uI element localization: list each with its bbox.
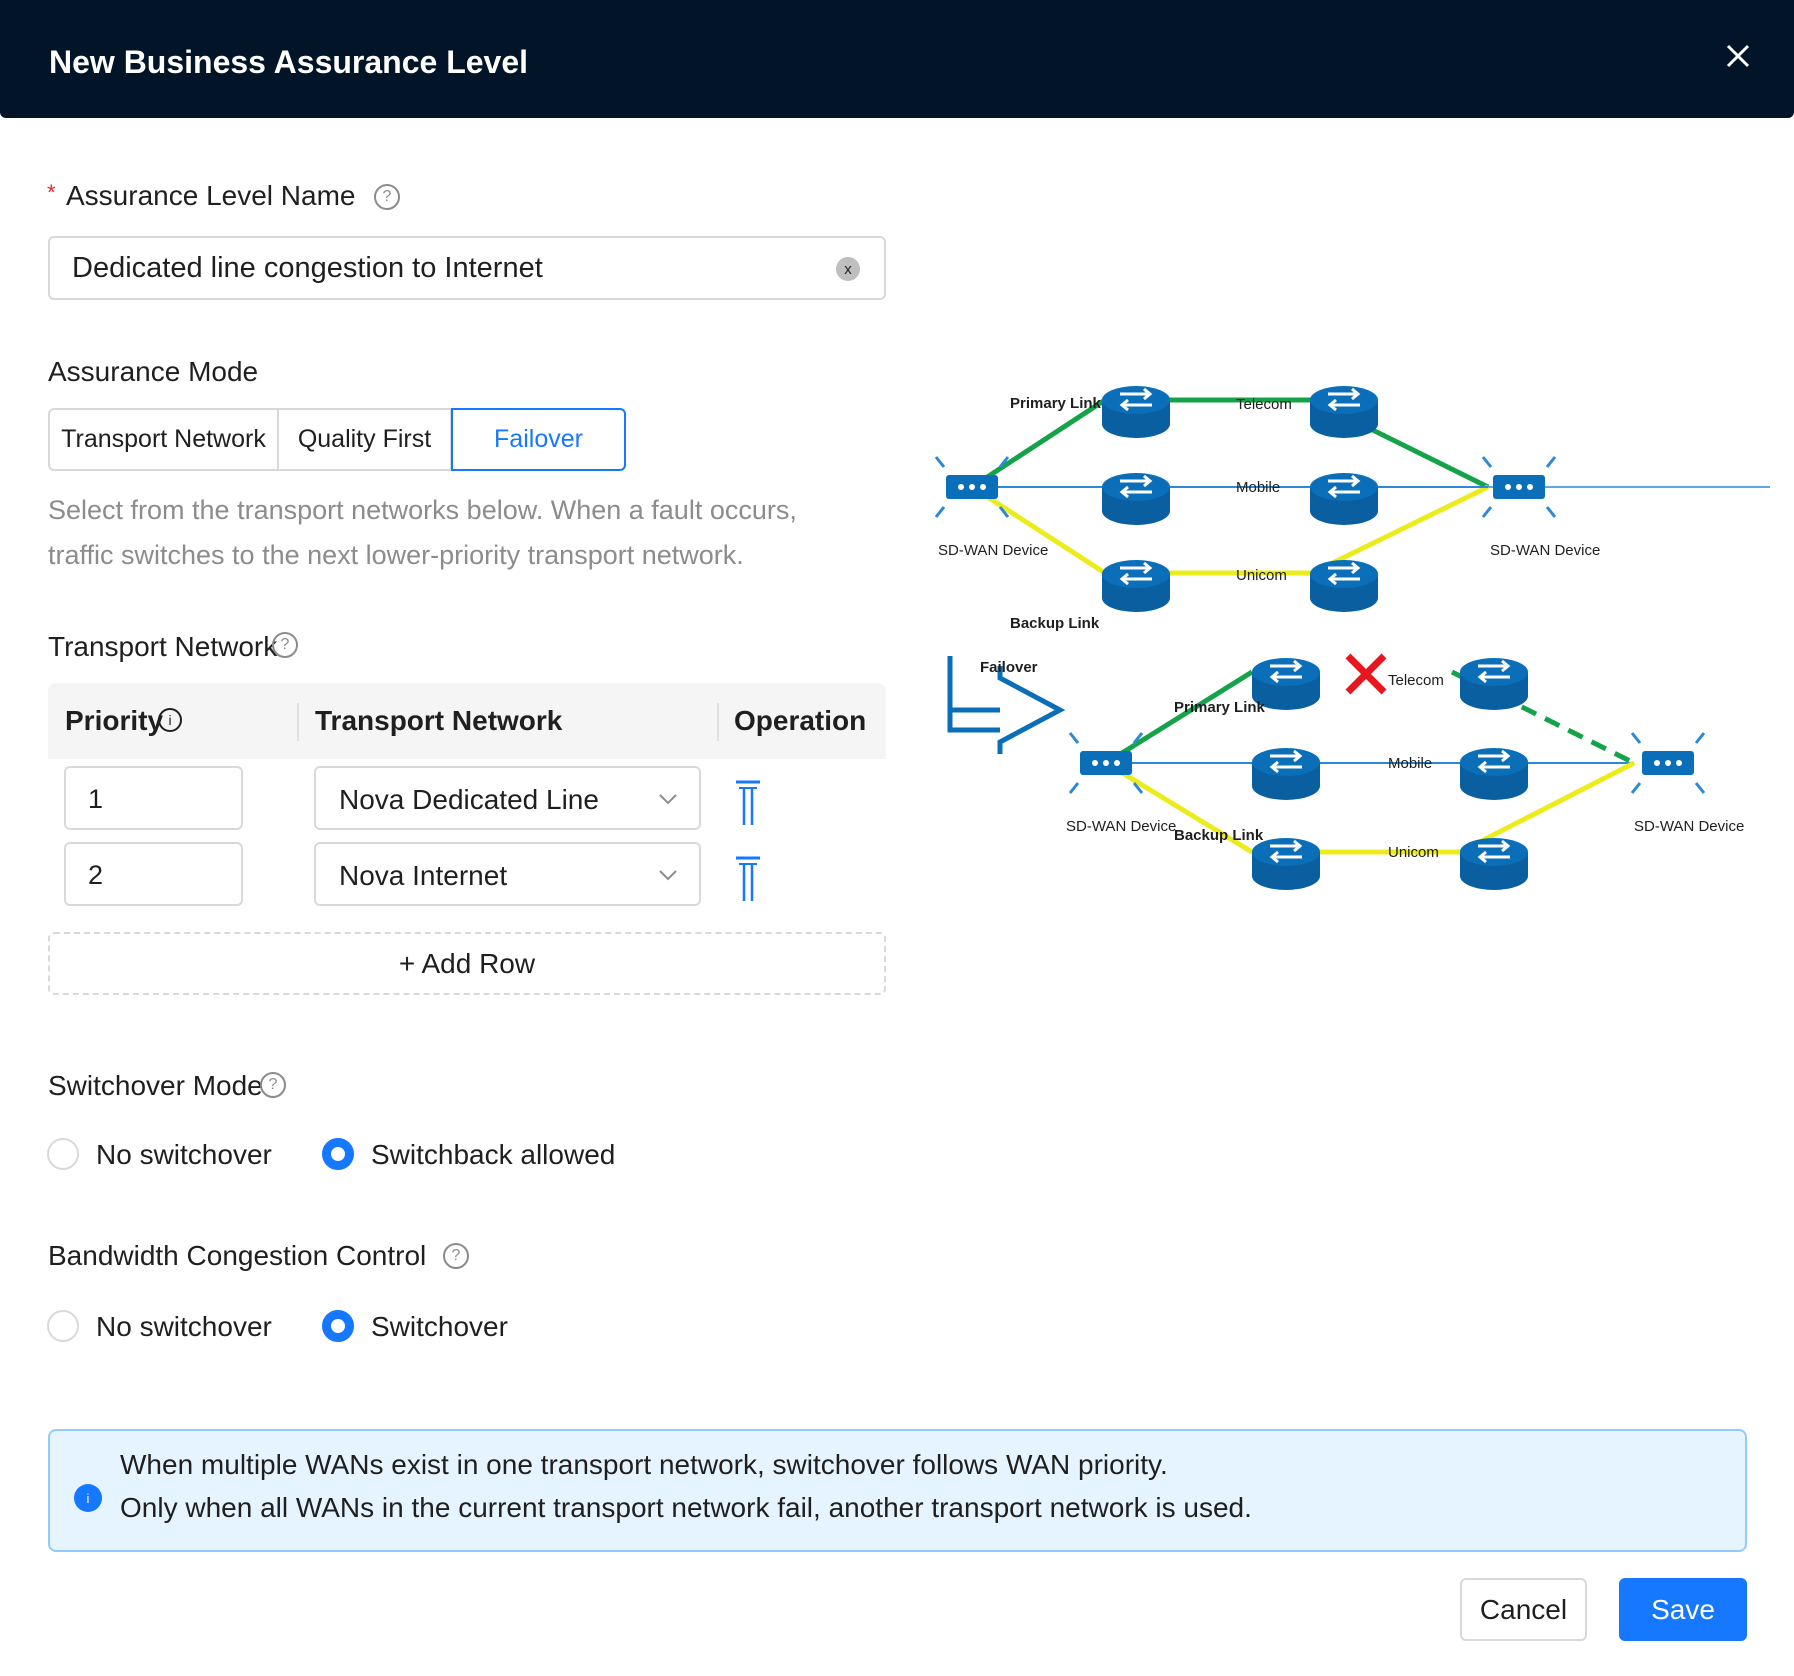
- priority-input[interactable]: 2: [64, 842, 243, 906]
- help-icon[interactable]: ?: [374, 184, 400, 210]
- help-icon[interactable]: ?: [272, 632, 298, 658]
- delete-icon[interactable]: [735, 780, 761, 826]
- help-icon[interactable]: ?: [260, 1072, 286, 1098]
- transport-network-label: Transport Network: [48, 631, 278, 662]
- switchover-option-label[interactable]: Switchback allowed: [371, 1139, 615, 1171]
- bandwidth-radio-switchover[interactable]: [322, 1310, 354, 1342]
- sdwan-device-icon: [934, 455, 1010, 519]
- switchover-option-label[interactable]: No switchover: [96, 1139, 272, 1171]
- sdwan-device-icon: [1481, 455, 1557, 519]
- alert-line-2: Only when all WANs in the current transp…: [120, 1492, 1252, 1523]
- diagram-unicom: Unicom: [1388, 844, 1439, 861]
- diagram-telecom: Telecom: [1236, 396, 1292, 413]
- mode-option-quality-first[interactable]: Quality First: [277, 408, 452, 471]
- switchover-radio-switchback[interactable]: [322, 1138, 354, 1170]
- assurance-mode-label: Assurance Mode: [48, 356, 259, 387]
- router-icon: [1308, 384, 1380, 440]
- sdwan-device-icon: [1068, 731, 1144, 795]
- dialog-header: New Business Assurance Level: [0, 0, 1794, 118]
- priority-value: 2: [88, 860, 104, 890]
- router-icon: [1250, 746, 1322, 802]
- assurance-name-value: Dedicated line congestion to Internet: [72, 252, 543, 284]
- router-icon: [1458, 836, 1530, 892]
- bandwidth-label: Bandwidth Congestion Control: [48, 1240, 427, 1271]
- priority-input[interactable]: 1: [64, 766, 243, 830]
- diagram-device-label: SD-WAN Device: [938, 542, 1048, 559]
- diagram-mobile: Mobile: [1388, 755, 1432, 772]
- switchover-mode-label: Switchover Mode: [48, 1070, 263, 1101]
- diagram-device-label: SD-WAN Device: [1490, 542, 1600, 559]
- column-divider: [717, 703, 719, 741]
- assurance-name-input[interactable]: Dedicated line congestion to Internet x: [48, 236, 886, 300]
- diagram-mobile: Mobile: [1236, 479, 1280, 496]
- router-icon: [1458, 656, 1530, 712]
- delete-icon[interactable]: [735, 856, 761, 902]
- diagram-primary-link: Primary Link: [1174, 699, 1266, 716]
- add-row-button[interactable]: + Add Row: [48, 932, 886, 995]
- alert-line-1: When multiple WANs exist in one transpor…: [120, 1449, 1168, 1480]
- transport-table-header: Priority i Transport Network Operation: [48, 683, 886, 759]
- bandwidth-radio-none[interactable]: [47, 1310, 79, 1342]
- router-icon: [1100, 558, 1172, 614]
- fault-x-icon: [1345, 653, 1387, 695]
- failover-diagram: Primary Link Telecom Mobile Unicom SD-WA…: [934, 384, 1770, 892]
- mode-option-transport-network[interactable]: Transport Network: [48, 408, 279, 471]
- diagram-primary-link: Primary Link: [1010, 395, 1102, 412]
- failover-arrow-icon: Failover: [947, 656, 1066, 754]
- diagram-bottom: Primary Link Telecom Mobile Unicom SD-WA…: [1066, 653, 1744, 892]
- bandwidth-option-label[interactable]: No switchover: [96, 1311, 272, 1343]
- close-icon[interactable]: [1722, 40, 1754, 72]
- diagram-device-label: SD-WAN Device: [1634, 818, 1744, 835]
- transport-network-value: Nova Internet: [339, 860, 508, 891]
- save-button[interactable]: Save: [1619, 1578, 1747, 1641]
- mode-option-failover[interactable]: Failover: [451, 408, 626, 471]
- diagram-unicom: Unicom: [1236, 567, 1287, 584]
- router-icon: [1308, 471, 1380, 527]
- info-alert: i When multiple WANs exist in one transp…: [48, 1429, 1747, 1552]
- clear-icon[interactable]: x: [836, 257, 860, 281]
- router-icon: [1308, 558, 1380, 614]
- column-operation: Operation: [734, 705, 867, 736]
- dialog-title: New Business Assurance Level: [49, 44, 529, 80]
- required-mark: *: [47, 180, 56, 205]
- router-icon: [1100, 471, 1172, 527]
- switchover-radio-none[interactable]: [47, 1138, 79, 1170]
- router-icon: [1458, 746, 1530, 802]
- transport-network-select[interactable]: Nova Dedicated Line: [314, 766, 701, 830]
- diagram-backup-link: Backup Link: [1174, 827, 1264, 844]
- cancel-button[interactable]: Cancel: [1460, 1578, 1587, 1641]
- sdwan-device-icon: [1630, 731, 1706, 795]
- info-icon[interactable]: i: [158, 708, 182, 732]
- chevron-down-icon: [659, 870, 677, 881]
- mode-description: Select from the transport networks below…: [48, 495, 797, 570]
- bandwidth-option-label[interactable]: Switchover: [371, 1311, 508, 1343]
- diagram-backup-link: Backup Link: [1010, 615, 1100, 632]
- help-icon[interactable]: ?: [443, 1243, 469, 1269]
- router-icon: [1100, 384, 1172, 440]
- column-transport-network: Transport Network: [315, 705, 563, 736]
- priority-value: 1: [88, 784, 104, 814]
- diagram-device-label: SD-WAN Device: [1066, 818, 1176, 835]
- diagram-telecom: Telecom: [1388, 672, 1444, 689]
- transport-network-select[interactable]: Nova Internet: [314, 842, 701, 906]
- diagram-failover-label: Failover: [980, 659, 1038, 676]
- chevron-down-icon: [659, 794, 677, 805]
- diagram-top: Primary Link Telecom Mobile Unicom SD-WA…: [934, 384, 1770, 632]
- router-icon: [1250, 836, 1322, 892]
- info-icon: i: [74, 1484, 102, 1512]
- column-divider: [297, 703, 299, 741]
- column-priority: Priority: [65, 705, 164, 736]
- transport-network-value: Nova Dedicated Line: [339, 784, 599, 815]
- name-field-label: Assurance Level Name: [66, 180, 356, 211]
